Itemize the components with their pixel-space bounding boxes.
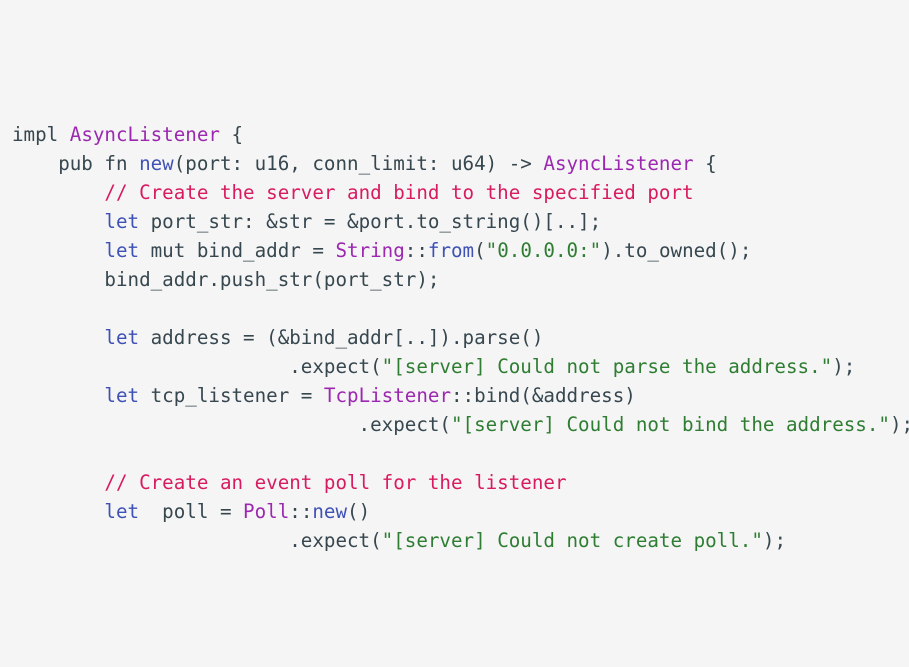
code-text: pub fn <box>12 152 140 175</box>
type-token: TcpListener <box>323 384 451 407</box>
code-line: impl AsyncListener { <box>12 120 909 149</box>
code-text: ::bind(&address) <box>451 384 636 407</box>
code-line: // Create the server and bind to the spe… <box>12 178 909 207</box>
keyword-token: let <box>104 239 140 262</box>
code-line: let poll = Poll::new() <box>12 497 909 526</box>
code-text: { <box>219 123 244 146</box>
code-text: :: <box>289 500 313 523</box>
function-token: new <box>139 152 174 175</box>
code-text: ); <box>832 355 856 378</box>
function-token: new <box>312 500 348 523</box>
string-literal: "[server] Could not bind the address." <box>450 413 890 436</box>
code-line: pub fn new(port: u16, conn_limit: u64) -… <box>12 149 909 178</box>
string-literal: "[server] Could not parse the address." <box>381 355 833 378</box>
keyword-token: let <box>104 500 140 523</box>
code-text: port_str: &str = &port.to_string()[..]; <box>139 210 602 233</box>
code-text: (port: u16, conn_limit: u64) -> <box>173 152 544 175</box>
code-line: .expect("[server] Could not parse the ad… <box>12 352 909 381</box>
code-line: let mut bind_addr = String::from("0.0.0.… <box>12 236 909 265</box>
code-text: ).to_owned(); <box>601 239 752 262</box>
code-text: mut bind_addr = <box>139 239 336 262</box>
code-text: impl <box>12 123 70 146</box>
code-text: :: <box>404 239 428 262</box>
code-line: let address = (&bind_addr[..]).parse() <box>12 323 909 352</box>
keyword-token: let <box>104 210 140 233</box>
code-text: .expect( <box>12 355 382 378</box>
code-text: .expect( <box>12 529 382 552</box>
code-text: () <box>347 500 371 523</box>
code-block: impl AsyncListener { pub fn new(port: u1… <box>0 120 909 555</box>
code-line: let port_str: &str = &port.to_string()[.… <box>12 207 909 236</box>
code-text: bind_addr.push_str(port_str); <box>12 268 440 291</box>
code-line: let tcp_listener = TcpListener::bind(&ad… <box>12 381 909 410</box>
code-text: ); <box>762 529 786 552</box>
function-token: from <box>427 239 475 262</box>
type-token: AsyncListener <box>543 152 694 175</box>
type-token: Poll <box>243 500 290 523</box>
code-line: .expect("[server] Could not create poll.… <box>12 526 909 555</box>
string-literal: "0.0.0.0:" <box>485 239 602 262</box>
string-literal: "[server] Could not create poll." <box>381 529 763 552</box>
code-text: address = (&bind_addr[..]).parse() <box>139 326 544 349</box>
code-text: ); <box>889 413 909 436</box>
code-text: { <box>693 152 717 175</box>
keyword-token: let <box>104 326 140 349</box>
code-text: tcp_listener = <box>139 384 324 407</box>
type-token: String <box>335 239 405 262</box>
code-text: ( <box>474 239 486 262</box>
code-text: .expect( <box>12 413 451 436</box>
code-comment: // Create an event poll for the listener <box>104 471 567 494</box>
code-text: poll = <box>139 500 244 523</box>
code-comment: // Create the server and bind to the spe… <box>104 181 694 204</box>
code-line: bind_addr.push_str(port_str); <box>12 265 909 294</box>
type-token: AsyncListener <box>69 123 220 146</box>
code-line: .expect("[server] Could not bind the add… <box>12 410 909 439</box>
keyword-token: let <box>104 384 140 407</box>
code-line: // Create an event poll for the listener <box>12 468 909 497</box>
